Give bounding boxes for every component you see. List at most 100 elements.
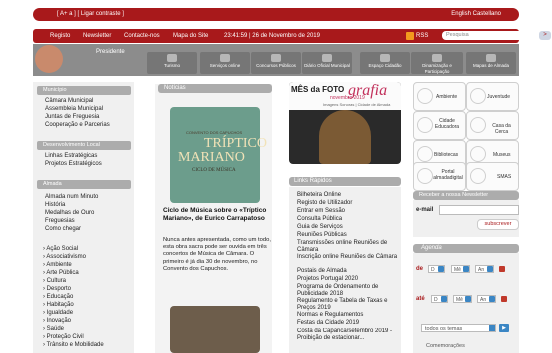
quick-link[interactable]: Transmissões online Reuniões de Câmara [297,240,401,254]
nav-newsletter[interactable]: Newsletter [83,29,111,43]
quick-link[interactable]: Guia de Serviços [297,224,401,231]
from-month-select[interactable]: Mê [451,265,470,273]
calendar-icon[interactable] [499,266,505,272]
banner-item-concursos[interactable]: Concursos Públicos [251,52,301,74]
to-day-select[interactable]: D [431,295,448,303]
nav-mapa-site[interactable]: Mapa do Site [173,29,208,43]
sidebar-area-arte[interactable]: › Arte Pública [43,270,79,276]
from-day-select[interactable]: D [428,265,445,273]
news-poster-image[interactable]: CONVENTO DOS CAPUCHOS TRÍPTICO MARIANO C… [170,107,267,203]
quick-link[interactable]: Regulamento e Tabela de Taxas e Preços 2… [297,298,401,312]
sidebar-area-saude[interactable]: › Saúde [43,326,64,332]
tile-ambiente[interactable]: Ambiente [413,82,466,111]
tile-casa-da-cerca[interactable]: Casa da Cerca [466,111,519,140]
area-label: Arte Pública [46,270,79,276]
banner-item-mapas[interactable]: Mapas de Almada [466,52,516,74]
sidebar-item-assembleia[interactable]: Assembleia Municipal [45,106,103,112]
select-value: todos os temas [425,326,463,332]
chevron-down-icon [438,266,444,272]
banner-item-servicos[interactable]: Serviços online [200,52,250,74]
sidebar-area-habitacao[interactable]: › Habitação [43,302,74,308]
subscribe-button[interactable]: subscrever [477,219,519,230]
tile-label: Cidade Educadora [434,118,460,130]
quick-link[interactable]: Consulta Pública [297,216,401,223]
sidebar-item-linhas[interactable]: Linhas Estratégicas [45,153,97,159]
banner-label: Turismo [163,63,181,68]
from-year-select[interactable]: An [475,265,494,273]
sidebar-item-freguesias[interactable]: Freguesias [45,218,75,224]
agenda-submit-button[interactable]: ▶ [499,324,509,332]
sidebar-area-protecao[interactable]: › Proteção Civil [43,334,84,340]
email-field[interactable] [439,205,519,215]
chevron-down-icon [465,296,471,302]
quick-link[interactable]: Reuniões Públicas [297,232,401,239]
rss-icon[interactable] [406,32,414,40]
area-label: Habitação [46,302,74,308]
text-size-link[interactable]: [ A+ a ] [57,11,76,17]
participacao-icon [432,54,442,62]
sidebar-area-educacao[interactable]: › Educação [43,294,73,300]
nav-rss[interactable]: RSS [416,29,428,43]
presidente-link[interactable]: Presidente [96,49,125,55]
banner-item-diario[interactable]: Diário Oficial Municipal [302,52,352,74]
lang-english-link[interactable]: English [451,11,471,17]
quick-link[interactable]: Bilheteira Online [297,192,401,199]
sidebar-item-historia[interactable]: História [45,202,65,208]
quick-link[interactable]: Costa da Caparica/setembro 2019 - Proibi… [297,328,401,349]
portal-icon [417,168,433,184]
tile-juventude[interactable]: Juventude [466,82,519,111]
nav-contacte[interactable]: Contacte-nos [124,29,160,43]
theme-select[interactable]: todos os temas [421,324,496,332]
tile-smas[interactable]: SMAS [466,162,519,191]
sidebar-item-chegar[interactable]: Como chegar [45,226,81,232]
sidebar-area-igualdade[interactable]: › Igualdade [43,310,73,316]
sidebar-item-medalhas[interactable]: Medalhas de Ouro [45,210,94,216]
quick-link[interactable]: Normas e Regulamentos [297,312,401,319]
tile-label: Museus [493,152,511,158]
area-label: Inovação [46,318,72,324]
search-button[interactable]: > [539,31,551,40]
banner-item-espaco[interactable]: Espaço Cidadão [360,52,410,74]
banner-item-dinamizacao[interactable]: Dinamização e Participação [411,52,463,74]
tile-portal[interactable]: Portal almadadigital [413,162,466,191]
diario-icon [322,54,332,62]
search-input[interactable]: Pesquisa [442,31,536,40]
contrast-link[interactable]: [ Ligar contraste ] [78,11,124,17]
to-year-select[interactable]: An [477,295,496,303]
sidebar-item-camara[interactable]: Câmara Municipal [45,98,93,104]
sidebar-item-cooperacao[interactable]: Cooperação e Parcerias [45,122,110,128]
fotografia-promo[interactable]: MÊS da FOTO grafia novembro 2019 Imagens… [289,82,401,164]
banner-item-turismo[interactable]: Turismo [147,52,197,74]
espaco-cidadao-icon [380,54,390,62]
avatar [35,45,63,73]
tile-label: Bibliotecas [434,152,459,158]
quick-link[interactable]: Entrar em Sessão [297,208,401,215]
news-headline[interactable]: Ciclo de Música sobre o «Tríptico Marian… [163,207,273,223]
sidebar-area-transito[interactable]: › Trânsito e Mobilidade [43,342,104,348]
sidebar-area-cultura[interactable]: › Cultura [43,278,66,284]
to-month-select[interactable]: Mê [453,295,472,303]
quick-link[interactable]: Programa de Ordenamento de Publicidade 2… [297,284,401,298]
sidebar-item-projetos[interactable]: Projetos Estratégicos [45,161,102,167]
quick-link[interactable]: Postais de Almada [297,268,401,275]
sidebar-item-minuto[interactable]: Almada num Minuto [45,194,98,200]
tile-label: Juventude [487,94,511,100]
nav-registo[interactable]: Registo [50,29,70,43]
quick-link[interactable]: Festas da Cidade 2019 [297,320,401,327]
quick-link[interactable]: Inscrição online Reuniões de Câmara [297,254,401,261]
sidebar-item-juntas[interactable]: Juntas de Freguesia [45,114,99,120]
news-photo[interactable] [170,306,260,353]
sidebar-area-inovacao[interactable]: › Inovação [43,318,71,324]
sidebar-area-associativismo[interactable]: › Associativismo [43,254,86,260]
lang-castellano-link[interactable]: Castellano [473,11,501,17]
newsletter-heading: Receber a nossa Newsletter [413,191,519,200]
select-value: D [431,267,435,273]
sidebar-area-ambiente[interactable]: › Ambiente [43,262,72,268]
quick-link[interactable]: Registo de Utilizador [297,200,401,207]
sidebar-area-acao-social[interactable]: › Ação Social [43,246,78,252]
sidebar-area-desporto[interactable]: › Desporto [43,286,71,292]
quick-link[interactable]: Projetos Portugal 2020 [297,276,401,283]
agenda-category[interactable]: Comemorações [426,343,465,349]
calendar-icon[interactable] [501,296,507,302]
tile-cidade-educadora[interactable]: Cidade Educadora [413,111,466,140]
